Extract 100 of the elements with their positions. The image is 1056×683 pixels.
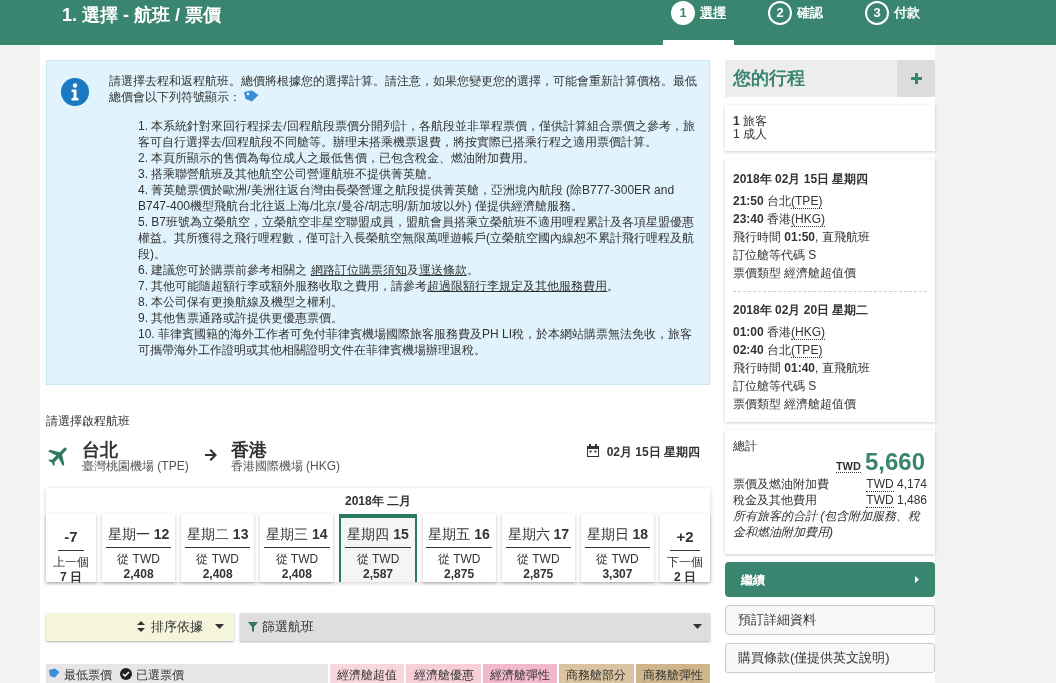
- calendar-icon: [586, 444, 599, 457]
- from-label: 從 TWD: [437, 551, 481, 567]
- fare-column-header: 商務艙彈性: [635, 663, 710, 683]
- section-label: 請選擇啟程航班: [46, 413, 131, 430]
- notice-item: 10. 菲律賓國籍的海外工作者可免付菲律賓機場國際旅客服務費及PH LI稅，於本網站購票無法免收，旅客可攜帶海外工作證明或其他相關證明文件在菲律賓機場辦理退稅。: [138, 326, 694, 358]
- month-label: 2018年 二月: [344, 492, 412, 510]
- notice-item: 9. 其他售票通路或許提供更優惠票價。: [138, 310, 345, 326]
- notice-item: 8. 本公司保有更換航線及機型之權利。: [138, 294, 345, 310]
- cost-amount: TWD 1,486: [866, 492, 927, 508]
- legend-chosen: 已選票價: [136, 666, 184, 683]
- date-cell[interactable]: 星期三 14 從 TWD 2,408: [260, 513, 334, 582]
- day-label: 星期四 15: [345, 523, 411, 548]
- from-label: 從 TWD: [516, 551, 560, 567]
- day-label: 星期一 12: [105, 523, 172, 548]
- day-label: 星期六 17: [505, 523, 571, 548]
- notice-item: 3. 搭乘聯營航班及其他航空公司營運航班不提供菁英艙。: [138, 166, 441, 182]
- day-price: 2,875: [523, 566, 554, 582]
- date-cell[interactable]: 星期六 17 從 TWD 2,875: [501, 513, 575, 582]
- notice-item: 2. 本頁所顯示的售價為每位成人之最低售價，已包含稅金、燃油附加費用。: [138, 150, 537, 166]
- total-amount: 5,660: [864, 448, 925, 476]
- flight-date: 2018年 02月 15日 星期四: [733, 171, 870, 187]
- details-button[interactable]: 預訂詳細資料: [725, 605, 935, 635]
- departure: 21:50 台北(TPE): [733, 193, 824, 209]
- date-nav[interactable]: +2 下一個 2 日: [660, 513, 710, 582]
- nav-days: +2: [670, 525, 700, 552]
- day-price: 2,587: [362, 566, 393, 582]
- flight-duration: 飛行時間 01:50, 直飛航班: [733, 229, 871, 245]
- date-cell[interactable]: 星期四 15 從 TWD 2,587: [339, 513, 417, 582]
- arrival: 02:40 台北(TPE): [733, 342, 824, 358]
- selected-date: 02月 15日 星期四: [606, 444, 700, 461]
- day-label: 星期三 14: [264, 523, 330, 548]
- caret-icon: [693, 624, 702, 630]
- step-tab[interactable]: 選擇: [700, 3, 726, 23]
- flight-duration: 飛行時間 01:40, 直飛航班: [733, 360, 871, 376]
- day-label: 星期五 16: [426, 523, 492, 548]
- cost-label: 稅金及其他費用: [733, 492, 817, 508]
- cost-amount: TWD 4,174: [866, 476, 927, 492]
- adult-count: 1 成人: [733, 128, 768, 141]
- from-label: 從 TWD: [196, 551, 240, 567]
- day-price: 2,408: [281, 566, 312, 582]
- notice-item: 7. 其他可能隨超額行李或額外服務收取之費用，請參考超過限額行李規定及其他服務費用。: [138, 278, 621, 294]
- departure: 01:00 香港(HKG): [733, 324, 827, 340]
- fare-type: 票價類型 經濟艙超值價: [733, 396, 858, 412]
- nav-label: 上一個: [53, 555, 89, 571]
- step-number: 1: [671, 1, 695, 25]
- notice-link[interactable]: 超過限額行李規定及其他服務費用: [427, 279, 608, 293]
- notice-intro: 請選擇去程和返程航班。總價將根據您的選擇計算。請注意，如果您變更您的選擇，可能會重新計算價格。最低總價會以下列符號顯示：: [109, 73, 697, 105]
- flight-date: 2018年 02月 20日 星期二: [733, 302, 870, 318]
- sort-dropdown[interactable]: 排序依據: [46, 612, 234, 641]
- origin-city: 台北: [82, 441, 119, 459]
- day-price: 3,307: [602, 566, 633, 582]
- caret-icon: [215, 624, 224, 630]
- caret-right-icon: [915, 576, 919, 583]
- notice-link[interactable]: 網路訂位購票須知: [310, 263, 407, 277]
- day-price: 2,875: [444, 566, 475, 582]
- nav-days: -7: [58, 525, 84, 552]
- total-note: 所有旅客的合計 (包含附加服務、稅金和燃油附加費用): [733, 508, 922, 540]
- fare-column-header: 經濟艙優惠: [406, 663, 481, 683]
- date-cell[interactable]: 星期日 18 從 TWD 3,307: [580, 513, 654, 582]
- fare-column-header: 經濟艙彈性: [482, 663, 558, 683]
- notice-item: 6. 建議您可於購票前參考相關之 網路訂位購票須知及運送條款。: [138, 262, 480, 278]
- from-label: 從 TWD: [596, 551, 639, 567]
- filter-dropdown[interactable]: 篩選航班: [240, 612, 710, 641]
- step-number: 3: [865, 1, 889, 25]
- day-label: 星期二 13: [184, 523, 251, 548]
- sort-icon: [137, 621, 145, 633]
- step-number: 2: [768, 1, 792, 25]
- add-button[interactable]: [897, 60, 935, 97]
- date-cell[interactable]: 星期一 12 從 TWD 2,408: [102, 513, 176, 582]
- plus-icon: [910, 73, 922, 84]
- cost-label: 票價及燃油附加費: [733, 476, 829, 492]
- step-tab[interactable]: 確認: [797, 3, 823, 23]
- total-label: 總計: [733, 438, 758, 454]
- info-icon: [61, 78, 89, 106]
- fare-column-header: 商務艙部分: [559, 663, 634, 683]
- passenger-count: 1 旅客: [733, 115, 769, 128]
- from-label: 從 TWD: [117, 551, 160, 567]
- arrow-right-icon: [202, 447, 219, 463]
- day-label: 星期日 18: [584, 523, 651, 548]
- notice-item: 4. 菁英艙票價於歐洲/美洲往返台灣由長榮營運之航段提供菁英艙，亞洲境內航段 (除B777-300ER and B747-400機型飛航台北往返上海/北京/曼谷/胡志明/新加坡以外) 僅提供經濟艙服務。: [138, 182, 676, 214]
- booking-class: 訂位艙等代碼 S: [733, 378, 818, 394]
- total-currency: TWD: [835, 460, 861, 473]
- origin-airport: 臺灣桃園機場 (TPE): [82, 459, 189, 473]
- terms-button[interactable]: 購買條款(僅提供英文說明): [725, 643, 935, 673]
- booking-class: 訂位艙等代碼 S: [733, 247, 818, 263]
- date-cell[interactable]: 星期五 16 從 TWD 2,875: [422, 513, 496, 582]
- continue-button[interactable]: 繼續: [725, 562, 935, 597]
- itinerary-title: 您的行程: [733, 67, 805, 90]
- day-price: 2,408: [202, 566, 233, 582]
- step-tab[interactable]: 付款: [894, 3, 920, 23]
- notice-link[interactable]: 運送條款: [418, 263, 467, 277]
- day-price: 2,408: [123, 566, 154, 582]
- from-label: 從 TWD: [356, 551, 400, 567]
- tag-icon: [243, 90, 259, 102]
- date-nav[interactable]: -7 上一個 7 日: [46, 513, 96, 582]
- arrival: 23:40 香港(HKG): [733, 211, 827, 227]
- fare-column-header: 經濟艙超值: [330, 663, 405, 683]
- filter-icon: [248, 621, 258, 632]
- fare-type: 票價類型 經濟艙超值價: [733, 265, 858, 281]
- date-cell[interactable]: 星期二 13 從 TWD 2,408: [181, 513, 255, 582]
